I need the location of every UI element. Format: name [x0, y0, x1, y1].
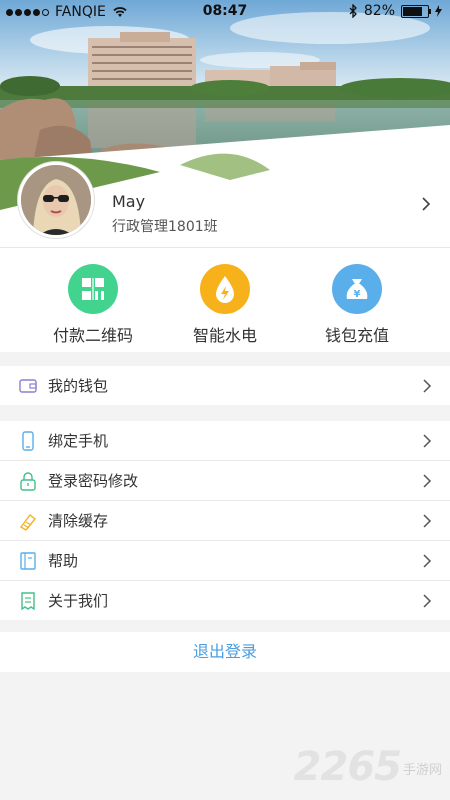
list-item-label: 帮助: [48, 552, 79, 570]
avatar[interactable]: [18, 162, 94, 238]
status-bar: FANQIE 08:47 82%: [0, 0, 450, 24]
list-item-label: 绑定手机: [48, 432, 109, 450]
action-wallet-recharge[interactable]: ¥ 钱包充值: [297, 264, 417, 346]
chevron-right-icon: [423, 379, 432, 393]
list-item-bind-phone[interactable]: 绑定手机: [0, 421, 450, 461]
wallet-group: 我的钱包: [0, 366, 450, 405]
action-label: 智能水电: [192, 326, 257, 345]
list-item-change-password[interactable]: 登录密码修改: [0, 461, 450, 501]
quick-actions: 付款二维码 智能水电 ¥ 钱包充值: [0, 248, 450, 352]
action-label: 钱包充值: [324, 326, 389, 345]
chevron-right-icon: [423, 594, 432, 608]
list-item-my-wallet[interactable]: 我的钱包: [0, 366, 450, 405]
user-class: 行政管理1801班: [112, 219, 218, 235]
book-icon: [20, 552, 36, 570]
chevron-right-icon: [423, 434, 432, 448]
settings-group: 绑定手机 登录密码修改 清除缓存 帮助 关于我们: [0, 421, 450, 620]
document-icon: [21, 592, 35, 611]
utility-icon: [200, 264, 250, 314]
charging-icon: [435, 5, 442, 17]
user-name: May: [112, 192, 146, 211]
list-item-label: 登录密码修改: [48, 472, 139, 490]
broom-icon: [19, 514, 36, 531]
watermark: 2265 手游网: [294, 744, 442, 790]
list-item-about-us[interactable]: 关于我们: [0, 581, 450, 620]
svg-text:¥: ¥: [354, 289, 361, 300]
bluetooth-icon: [349, 4, 357, 18]
phone-icon: [22, 431, 34, 451]
chevron-right-icon: [423, 474, 432, 488]
action-payment-qrcode[interactable]: 付款二维码: [33, 264, 153, 346]
lock-icon: [20, 472, 36, 491]
wallet-icon: [19, 379, 37, 393]
chevron-right-icon: [423, 514, 432, 528]
list-item-clear-cache[interactable]: 清除缓存: [0, 501, 450, 541]
list-item-label: 清除缓存: [48, 512, 109, 530]
watermark-text: 手游网: [402, 763, 442, 778]
chevron-right-icon: [423, 554, 432, 568]
action-label: 付款二维码: [52, 326, 133, 345]
list-item-label: 关于我们: [48, 592, 109, 610]
battery-icon: [401, 4, 431, 18]
logout-button[interactable]: 退出登录: [0, 632, 450, 672]
list-item-help[interactable]: 帮助: [0, 541, 450, 581]
watermark-number: 2265: [293, 744, 402, 790]
action-smart-utilities[interactable]: 智能水电: [165, 264, 285, 346]
list-item-label: 我的钱包: [48, 377, 109, 395]
qrcode-icon: [68, 264, 118, 314]
battery-percent: 82%: [363, 3, 395, 19]
profile-chevron-right-icon[interactable]: [418, 194, 434, 214]
money-bag-icon: ¥: [332, 264, 382, 314]
